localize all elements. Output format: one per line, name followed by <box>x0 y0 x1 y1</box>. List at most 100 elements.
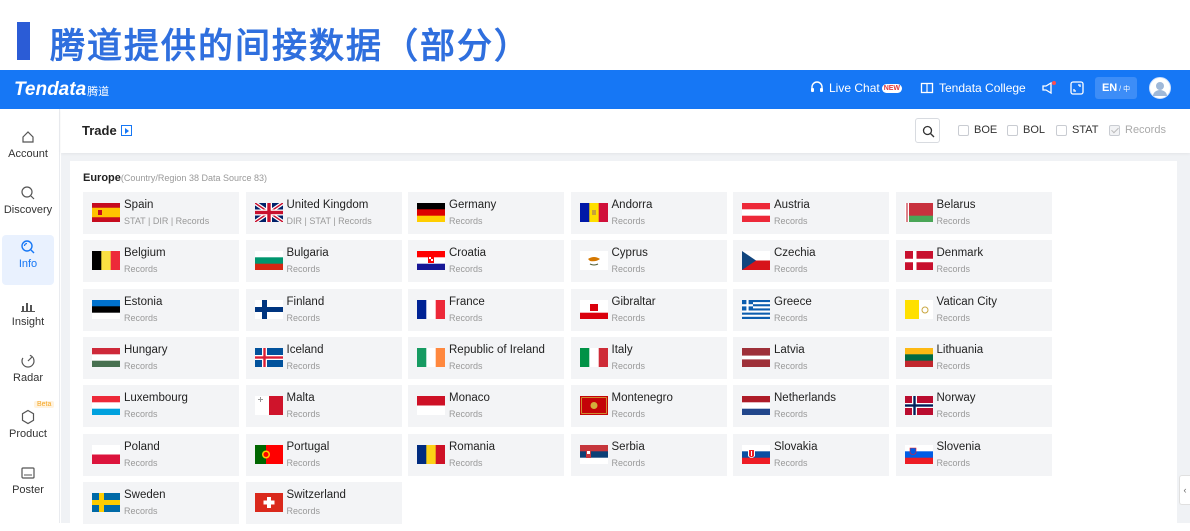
new-badge: NEW <box>881 83 903 93</box>
country-name: France <box>449 295 485 308</box>
country-card-france[interactable]: France Records <box>408 288 564 331</box>
country-sources: Records <box>774 264 808 275</box>
lithuania-flag-icon <box>904 347 933 367</box>
country-card-estonia[interactable]: Estonia Records <box>83 288 239 331</box>
country-card-austria[interactable]: Austria Records <box>733 192 889 234</box>
norway-flag-icon <box>904 396 933 416</box>
country-card-czechia[interactable]: Czechia Records <box>733 240 889 283</box>
country-card-hungary[interactable]: Hungary Records <box>83 336 239 379</box>
country-card-italy[interactable]: Italy Records <box>570 336 727 379</box>
radar-icon <box>21 354 35 368</box>
language-switch-button[interactable]: EN / 中 <box>1095 77 1137 99</box>
country-sources: Records <box>611 409 646 420</box>
country-card-poland[interactable]: Poland Records <box>83 433 239 476</box>
country-card-serbia[interactable]: Serbia Records <box>570 433 727 476</box>
luxembourg-flag-icon <box>92 396 120 416</box>
country-card-denmark[interactable]: Denmark Records <box>895 240 1052 283</box>
sidebar-item-insight[interactable]: Insight <box>2 293 54 343</box>
country-sources: Records <box>286 360 321 371</box>
sidebar-item-product[interactable]: Beta Product <box>2 401 55 455</box>
country-sources: Records <box>286 312 321 323</box>
live-chat-link[interactable]: Live Chat NEW <box>810 81 903 95</box>
user-avatar[interactable] <box>1149 77 1171 99</box>
poland-flag-icon <box>92 444 120 464</box>
tendata-logo[interactable]: Tendata腾道 <box>14 79 109 101</box>
sidebar-item-radar[interactable]: Radar <box>2 349 54 399</box>
serbia-flag-icon <box>579 444 608 464</box>
country-name: Denmark <box>936 247 984 260</box>
country-card-united-kingdom[interactable]: United Kingdom DIR | STAT | Records <box>245 192 402 234</box>
country-card-iceland[interactable]: Iceland Records <box>245 336 402 379</box>
country-card-germany[interactable]: Germany Records <box>408 192 564 234</box>
country-name: Poland <box>124 440 160 453</box>
country-card-spain[interactable]: Spain STAT | DIR | Records <box>83 192 239 234</box>
filter-stat-checkbox[interactable]: STAT <box>1056 124 1098 136</box>
country-card-croatia[interactable]: Croatia Records <box>408 240 564 283</box>
sidebar-item-poster[interactable]: Poster <box>2 461 54 511</box>
country-card-slovenia[interactable]: Slovenia Records <box>895 433 1052 476</box>
country-sources: Records <box>611 360 646 371</box>
country-sources: Records <box>936 216 971 226</box>
country-sources: Records <box>936 409 971 420</box>
video-play-icon[interactable] <box>120 125 132 136</box>
filter-records-checkbox[interactable]: Records <box>1109 124 1166 136</box>
country-card-gibraltar[interactable]: Gibraltar Records <box>570 288 727 331</box>
country-name: Portugal <box>286 440 330 453</box>
sidebar-item-info[interactable]: Info <box>2 235 54 285</box>
fullscreen-icon[interactable] <box>1069 80 1085 96</box>
country-card-belarus[interactable]: Belarus Records <box>895 192 1052 234</box>
finland-flag-icon <box>254 299 283 319</box>
germany-flag-icon <box>417 203 445 222</box>
collapse-handle[interactable]: ‹ <box>1179 475 1190 505</box>
search-button[interactable] <box>915 118 940 143</box>
denmark-flag-icon <box>904 251 933 271</box>
united-kingdom-flag-icon <box>254 203 283 222</box>
country-card-slovakia[interactable]: Slovakia Records <box>733 433 889 476</box>
country-card-greece[interactable]: Greece Records <box>733 288 889 331</box>
country-card-malta[interactable]: Malta Records <box>245 385 402 428</box>
tendata-college-link[interactable]: Tendata College <box>920 81 1026 95</box>
country-card-switzerland[interactable]: Switzerland Records <box>245 481 402 524</box>
country-card-latvia[interactable]: Latvia Records <box>733 336 889 379</box>
country-card-lithuania[interactable]: Lithuania Records <box>895 336 1052 379</box>
vatican-city-flag-icon <box>904 299 933 319</box>
country-card-finland[interactable]: Finland Records <box>245 288 402 331</box>
country-sources: Records <box>774 216 808 226</box>
country-card-bulgaria[interactable]: Bulgaria Records <box>245 240 402 283</box>
belarus-flag-icon <box>904 203 933 222</box>
page-title: Trade <box>82 123 132 138</box>
belgium-flag-icon <box>92 251 120 271</box>
country-card-republic-of-ireland[interactable]: Republic of Ireland Records <box>408 336 564 379</box>
country-card-montenegro[interactable]: Montenegro Records <box>570 385 727 428</box>
top-navigation: Tendata腾道 Live Chat NEW Tendata College … <box>0 70 1190 109</box>
country-sources: Records <box>449 264 483 275</box>
montenegro-flag-icon <box>579 396 608 416</box>
country-card-norway[interactable]: Norway Records <box>895 385 1052 428</box>
country-card-andorra[interactable]: Andorra Records <box>570 192 727 234</box>
country-card-sweden[interactable]: Sweden Records <box>83 481 239 524</box>
sidebar-item-discovery[interactable]: Discovery <box>2 181 54 231</box>
hungary-flag-icon <box>92 347 120 367</box>
country-card-monaco[interactable]: Monaco Records <box>408 385 564 428</box>
country-name: Cyprus <box>611 247 648 260</box>
country-card-netherlands[interactable]: Netherlands Records <box>733 385 889 428</box>
estonia-flag-icon <box>92 299 120 319</box>
country-card-romania[interactable]: Romania Records <box>408 433 564 476</box>
country-card-vatican-city[interactable]: Vatican City Records <box>895 288 1052 331</box>
czechia-flag-icon <box>742 251 770 271</box>
monaco-flag-icon <box>417 396 445 416</box>
announcement-icon[interactable] <box>1041 80 1057 96</box>
sidebar-item-account[interactable]: Account <box>2 125 54 175</box>
headset-icon <box>811 81 823 92</box>
filter-boe-checkbox[interactable]: BOE <box>958 124 997 136</box>
latvia-flag-icon <box>742 347 770 367</box>
slovenia-flag-icon <box>904 444 933 464</box>
country-card-portugal[interactable]: Portugal Records <box>245 433 402 476</box>
search-icon <box>922 125 935 138</box>
filter-bol-checkbox[interactable]: BOL <box>1007 124 1045 136</box>
country-sources: Records <box>611 216 646 226</box>
country-card-belgium[interactable]: Belgium Records <box>83 240 239 283</box>
country-card-cyprus[interactable]: Cyprus Records <box>570 240 727 283</box>
country-name: Montenegro <box>611 392 673 405</box>
country-card-luxembourg[interactable]: Luxembourg Records <box>83 385 239 428</box>
